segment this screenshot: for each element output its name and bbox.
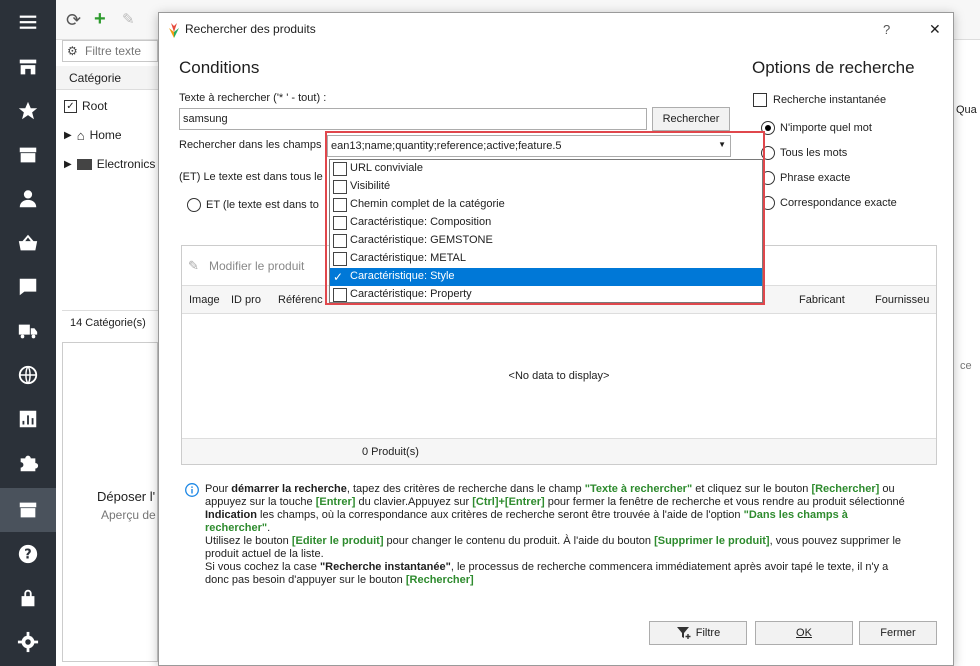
dialog-title-bar: Rechercher des produits ? ✕ bbox=[159, 13, 953, 47]
filter-placeholder: Filtre texte bbox=[85, 44, 142, 58]
chevron-right-icon[interactable]: ▶ bbox=[64, 130, 72, 141]
column-header-supplier[interactable]: Fournisseu bbox=[875, 294, 929, 306]
product-count: 0 Produit(s) bbox=[362, 446, 419, 458]
folder-icon bbox=[76, 158, 92, 170]
fields-label: Rechercher dans les champs bbox=[179, 139, 322, 151]
instant-search-checkbox[interactable] bbox=[753, 93, 767, 107]
user-icon[interactable] bbox=[0, 177, 56, 221]
and-radio-label: ET (le texte est dans to bbox=[206, 199, 319, 211]
image-drop-area[interactable]: Déposer l' Aperçu de bbox=[62, 342, 158, 662]
help-paragraph: Si vous cochez la case "Recherche instan… bbox=[205, 561, 889, 586]
highlight-frame bbox=[325, 131, 765, 305]
archive-icon[interactable] bbox=[0, 488, 56, 532]
help-paragraph: Utilisez le bouton [Editer le produit] p… bbox=[205, 535, 902, 560]
search-products-dialog: Rechercher des produits ? ✕ Conditions O… bbox=[158, 12, 954, 666]
svg-text:?: ? bbox=[24, 548, 31, 563]
help-paragraph: Pour démarrer la recherche, tapez des cr… bbox=[205, 483, 905, 508]
globe-icon[interactable] bbox=[0, 353, 56, 397]
edit-icon[interactable]: ✎ bbox=[122, 10, 135, 28]
right-text: ce bbox=[960, 360, 972, 372]
close-icon[interactable]: ✕ bbox=[929, 21, 941, 38]
option-any-word-label: N'importe quel mot bbox=[780, 122, 872, 134]
quantity-column-header: Qua bbox=[956, 104, 977, 116]
comment-icon[interactable] bbox=[0, 265, 56, 309]
gear-icon[interactable] bbox=[0, 620, 56, 664]
no-data-message: <No data to display> bbox=[508, 370, 610, 382]
search-text-label: Texte à rechercher ('* ' - tout) : bbox=[179, 92, 327, 104]
conditions-title: Conditions bbox=[179, 58, 260, 77]
column-header-reference[interactable]: Référenc bbox=[278, 294, 323, 306]
category-count: 14 Catégorie(s) bbox=[62, 310, 158, 334]
edit-icon: ✎ bbox=[188, 258, 199, 273]
filter-button[interactable]: Filtre bbox=[649, 621, 747, 645]
and-condition-label: (ET) Le texte est dans tous le bbox=[179, 171, 323, 183]
options-title: Options de recherche bbox=[752, 58, 915, 77]
info-icon bbox=[185, 483, 199, 497]
help-button[interactable]: ? bbox=[883, 22, 890, 37]
truck-icon[interactable] bbox=[0, 309, 56, 353]
category-header: Catégorie bbox=[56, 66, 158, 90]
instant-search-label: Recherche instantanée bbox=[773, 94, 887, 106]
menu-icon[interactable] bbox=[0, 0, 56, 44]
puzzle-icon[interactable] bbox=[0, 441, 56, 485]
gear-icon: ⚙ bbox=[67, 44, 78, 58]
basket-icon[interactable] bbox=[0, 221, 56, 265]
dialog-title: Rechercher des produits bbox=[185, 22, 316, 36]
tree-item-home[interactable]: ▶ ⌂ Home bbox=[64, 124, 122, 146]
add-icon[interactable]: + bbox=[94, 8, 106, 31]
column-header-image[interactable]: Image bbox=[189, 294, 220, 306]
search-input[interactable]: samsung bbox=[179, 108, 647, 130]
sidebar: ? bbox=[0, 0, 56, 666]
option-exact-match-label: Correspondance exacte bbox=[780, 197, 897, 209]
edit-product-button[interactable]: Modifier le produit bbox=[209, 259, 304, 273]
filter-input[interactable]: ⚙ Filtre texte bbox=[62, 40, 158, 62]
filter-icon bbox=[676, 627, 691, 639]
option-all-words-label: Tous les mots bbox=[780, 147, 848, 159]
help-icon[interactable]: ? bbox=[0, 532, 56, 576]
column-header-manufacturer[interactable]: Fabricant bbox=[799, 294, 845, 306]
tree-item-electronics[interactable]: ▶ Electronics bbox=[64, 153, 155, 175]
store-icon[interactable] bbox=[0, 45, 56, 89]
help-text: Pour démarrer la recherche, tapez des cr… bbox=[205, 483, 915, 589]
chevron-right-icon[interactable]: ▶ bbox=[64, 159, 72, 170]
refresh-icon[interactable]: ⟳ bbox=[66, 10, 81, 31]
check-icon[interactable]: ✓ bbox=[64, 99, 77, 113]
home-icon: ⌂ bbox=[76, 127, 85, 143]
inbox-icon[interactable] bbox=[0, 133, 56, 177]
star-icon[interactable] bbox=[0, 89, 56, 133]
chart-icon[interactable] bbox=[0, 397, 56, 441]
ok-button[interactable]: OK bbox=[755, 621, 853, 645]
app-logo-icon bbox=[169, 23, 179, 38]
close-button[interactable]: Fermer bbox=[859, 621, 937, 645]
column-header-id[interactable]: ID pro bbox=[231, 294, 261, 306]
option-exact-phrase-label: Phrase exacte bbox=[780, 172, 851, 184]
help-paragraph: Indication les champs, où la corresponda… bbox=[205, 509, 848, 534]
lock-icon[interactable] bbox=[0, 576, 56, 620]
tree-item-root[interactable]: ✓ Root bbox=[64, 95, 107, 117]
search-button[interactable]: Rechercher bbox=[652, 107, 730, 131]
grid-footer: 0 Produit(s) bbox=[182, 438, 936, 464]
and-radio[interactable] bbox=[187, 198, 201, 212]
